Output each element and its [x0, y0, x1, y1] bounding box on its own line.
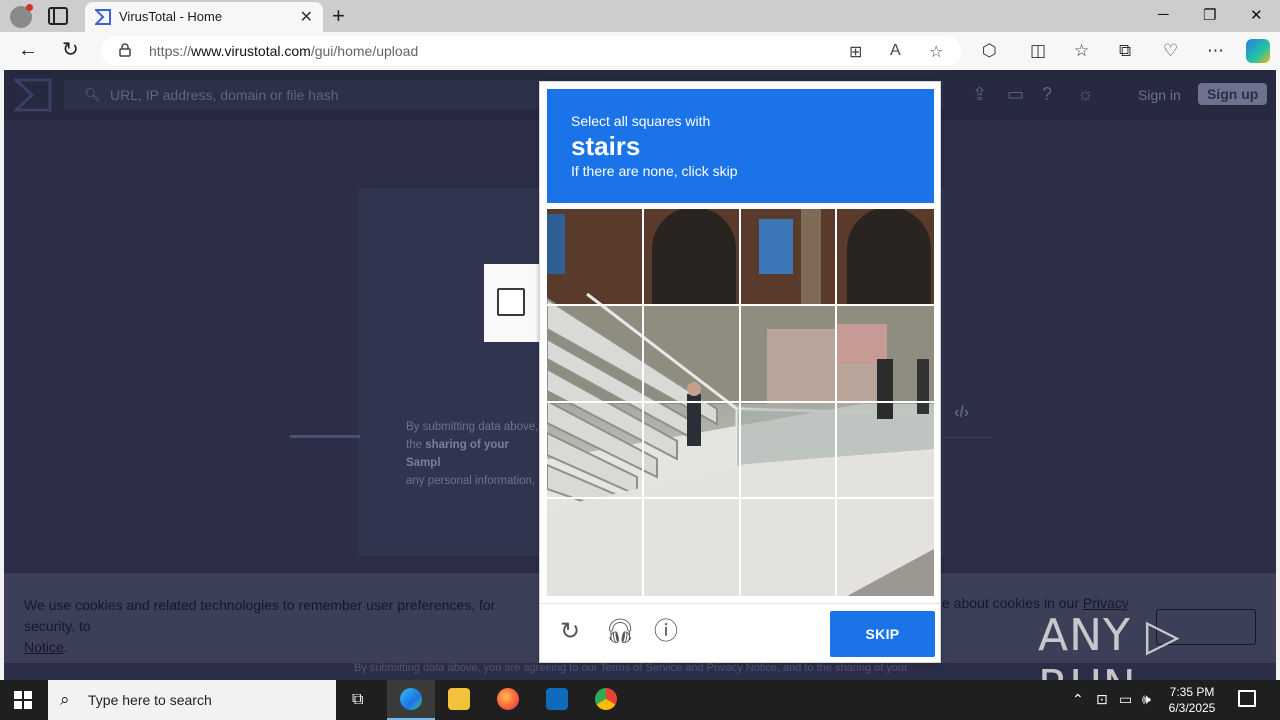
browser-toolbar: ← ↻ https://www.virustotal.com/gui/home/…	[0, 32, 1280, 70]
taskbar-outlook[interactable]	[533, 680, 581, 720]
captcha-tile-r3c3[interactable]	[740, 402, 838, 500]
edge-icon	[400, 688, 422, 710]
captcha-tile-r1c3[interactable]	[740, 209, 838, 306]
skip-button[interactable]: SKIP	[830, 611, 935, 657]
tab-close-icon[interactable]: ✕	[300, 7, 313, 27]
captcha-tile-r1c4[interactable]	[837, 209, 934, 306]
recaptcha-checkbox[interactable]	[497, 288, 525, 316]
captcha-tile-r3c4[interactable]	[837, 403, 934, 500]
captcha-tile-r1c1[interactable]	[547, 209, 644, 306]
vt-tab-underline	[290, 435, 360, 438]
outlook-icon	[546, 688, 568, 710]
favorite-star-icon[interactable]: ☆	[929, 42, 943, 62]
back-icon[interactable]: ←	[18, 40, 38, 60]
tab-virustotal[interactable]: VirusTotal - Home ✕	[85, 2, 323, 32]
notification-center-icon[interactable]	[1238, 690, 1256, 707]
captcha-hint: If there are none, click skip	[571, 163, 738, 179]
captcha-challenge: Select all squares with stairs If there …	[539, 81, 941, 663]
audio-challenge-icon[interactable]: 🎧︎	[605, 619, 635, 645]
cookie-text-right: e about cookies in our Privacy	[942, 595, 1129, 611]
more-menu-icon[interactable]: ⋯	[1207, 41, 1224, 61]
new-tab-button[interactable]: +	[332, 3, 345, 29]
taskbar-firefox[interactable]	[484, 680, 532, 720]
sign-in-link[interactable]: Sign in	[1138, 87, 1181, 103]
theme-toggle-icon[interactable]: ☼	[1077, 84, 1094, 105]
network-icon[interactable]: ▭	[1119, 691, 1132, 708]
browser-essentials-icon[interactable]: ♡	[1163, 41, 1178, 61]
notifications-icon[interactable]: ▭	[1007, 84, 1024, 105]
tab-title: VirusTotal - Home	[119, 9, 223, 24]
captcha-tile-r3c2[interactable]	[643, 402, 741, 500]
taskbar-clock[interactable]: 7:35 PM 6/3/2025	[1160, 684, 1224, 716]
close-window-button[interactable]: ✕	[1250, 6, 1263, 24]
search-icon: 🔍︎	[84, 87, 101, 102]
recaptcha-checkbox-widget	[484, 264, 540, 342]
captcha-tile-r2c3[interactable]	[740, 305, 838, 403]
vt-search-placeholder: URL, IP address, domain or file hash	[110, 87, 339, 103]
favorites-icon[interactable]: ☆	[1074, 41, 1089, 61]
taskbar-chrome[interactable]	[582, 680, 630, 720]
captcha-tile-r4c1[interactable]	[547, 499, 644, 596]
divider	[944, 437, 992, 438]
task-view-icon: ⧉	[352, 691, 364, 708]
taskbar-search-box[interactable]: ⌕ Type here to search	[48, 680, 336, 720]
help-icon[interactable]: ?	[1042, 84, 1052, 105]
taskbar-file-explorer[interactable]	[435, 680, 483, 720]
privacy-notice-link[interactable]: Notice	[24, 639, 64, 655]
taskbar-edge[interactable]	[387, 680, 435, 720]
captcha-image-grid	[547, 209, 934, 596]
captcha-tile-r2c4[interactable]	[837, 306, 934, 403]
show-hidden-icons[interactable]: ⌃	[1072, 691, 1084, 708]
chrome-icon	[595, 688, 617, 710]
minimize-button[interactable]: ─	[1158, 6, 1169, 23]
windows-taskbar: ⌕ Type here to search ⧉ ⌃ ⊡ ▭ 🕪︎ 7:35 PM…	[0, 680, 1280, 720]
vt-terms-text: By submitting data above, the sharing of…	[406, 421, 539, 487]
upload-icon[interactable]: ⇪	[972, 84, 987, 105]
sign-up-button[interactable]: Sign up	[1198, 83, 1268, 105]
search-icon: ⌕	[60, 690, 70, 709]
privacy-link[interactable]: Privacy	[1083, 595, 1129, 611]
split-screen-icon[interactable]: ◫	[1030, 41, 1046, 61]
reload-icon[interactable]: ↻	[557, 619, 583, 645]
cookie-text: We use cookies and related technologies …	[24, 597, 496, 655]
virustotal-favicon-icon	[95, 9, 111, 25]
profile-icon[interactable]	[10, 4, 33, 28]
captcha-instruction: Select all squares with	[571, 113, 711, 129]
captcha-tile-r1c2[interactable]	[643, 209, 741, 306]
extensions-icon[interactable]: ⬡	[982, 41, 997, 61]
browser-tab-bar: VirusTotal - Home ✕ + ─ ❐ ✕	[0, 0, 1280, 32]
virustotal-logo-icon[interactable]	[14, 78, 52, 112]
folder-icon	[448, 688, 470, 710]
lock-icon[interactable]	[119, 43, 131, 57]
captcha-target-word: stairs	[571, 131, 641, 161]
captcha-footer: ↻ 🎧︎ ⓘ SKIP	[540, 603, 940, 663]
captcha-tile-r4c2[interactable]	[644, 499, 741, 596]
tab-actions-icon[interactable]	[48, 7, 68, 25]
url-text[interactable]: https://www.virustotal.com/gui/home/uplo…	[149, 43, 418, 59]
device-icon[interactable]: ⊡	[1096, 691, 1108, 708]
info-icon[interactable]: ⓘ	[653, 619, 679, 645]
captcha-tile-r4c3[interactable]	[741, 499, 838, 596]
footer-terms-text: By submitting data above, you are agreei…	[354, 662, 908, 674]
collections-icon[interactable]: ⧉	[1119, 41, 1131, 61]
captcha-tile-r2c1[interactable]	[547, 305, 644, 403]
volume-icon[interactable]: 🕪︎	[1142, 691, 1151, 708]
captcha-tile-r3c1[interactable]	[547, 402, 644, 500]
code-icon[interactable]: ‹/›	[954, 404, 969, 422]
refresh-icon[interactable]: ↻	[62, 40, 79, 60]
app-available-icon[interactable]: ⊞	[849, 42, 862, 62]
address-bar[interactable]: https://www.virustotal.com/gui/home/uplo…	[101, 36, 961, 66]
captcha-tile-r2c2[interactable]	[643, 305, 741, 403]
copilot-icon[interactable]	[1246, 39, 1270, 63]
task-view-button[interactable]: ⧉	[336, 680, 384, 720]
windows-start-icon[interactable]	[14, 691, 32, 709]
captcha-tile-r4c4[interactable]	[837, 499, 934, 596]
firefox-icon	[497, 688, 519, 710]
restore-button[interactable]: ❐	[1203, 6, 1216, 24]
read-aloud-icon[interactable]: A	[890, 42, 901, 60]
captcha-header: Select all squares with stairs If there …	[547, 89, 934, 203]
taskbar-search-placeholder: Type here to search	[88, 692, 212, 708]
